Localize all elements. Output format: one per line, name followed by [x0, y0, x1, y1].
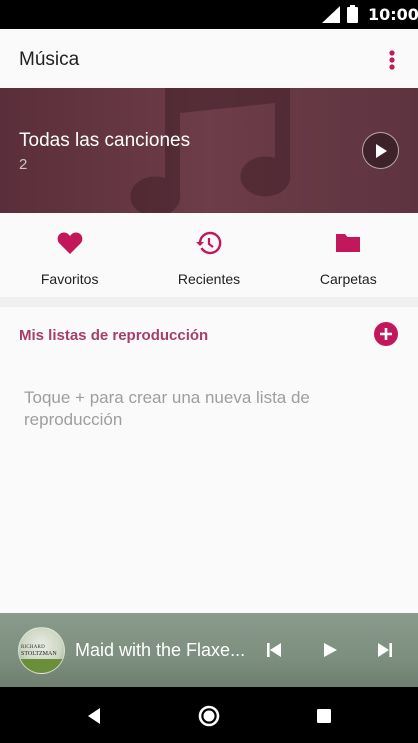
page-title: Música [19, 49, 80, 70]
play-all-button[interactable] [362, 132, 399, 169]
play-icon [324, 643, 337, 657]
quick-access-row: Favoritos Recientes Carpetas [0, 213, 418, 297]
album-cover: RICHARD STOLTZMAN [18, 627, 65, 674]
playlists-section: Mis listas de reproducción Toque + para … [0, 307, 418, 613]
empty-playlists-hint: Toque + para crear una nueva lista de re… [24, 388, 310, 429]
skip-previous-icon [267, 643, 281, 657]
folders-button[interactable]: Carpetas [279, 213, 418, 297]
section-divider [0, 297, 418, 307]
recents-apps-button[interactable] [311, 703, 337, 729]
back-button[interactable] [81, 703, 107, 729]
play-button[interactable] [317, 637, 343, 663]
system-nav-bar [0, 687, 418, 743]
history-icon [195, 231, 222, 260]
app-bar: Música [0, 29, 418, 88]
track-title: Maid with the Flaxe... [75, 640, 246, 660]
cover-text-line2: STOLTZMAN [21, 651, 57, 657]
add-playlist-button[interactable] [374, 322, 398, 346]
skip-next-icon [378, 643, 392, 657]
all-songs-card[interactable]: Todas las canciones 2 [0, 88, 418, 213]
favorites-label: Favoritos [40, 271, 99, 287]
overview-icon [317, 709, 331, 723]
play-icon [375, 143, 387, 158]
heart-icon [57, 231, 83, 260]
signal-icon [322, 6, 340, 28]
previous-button[interactable] [261, 637, 287, 663]
folders-label: Carpetas [319, 271, 377, 287]
all-songs-count: 2 [19, 156, 28, 173]
playlists-title: Mis listas de reproducción [19, 327, 209, 344]
home-button[interactable] [196, 703, 222, 729]
back-icon [88, 708, 100, 724]
more-options-icon[interactable] [378, 47, 406, 73]
cover-text-line1: RICHARD [21, 645, 45, 650]
next-button[interactable] [372, 637, 398, 663]
recents-label: Recientes [177, 271, 241, 287]
recents-button[interactable]: Recientes [139, 213, 278, 297]
status-bar: 10:00 [0, 0, 418, 29]
plus-icon [380, 328, 392, 340]
battery-icon [347, 5, 358, 28]
favorites-button[interactable]: Favoritos [0, 213, 139, 297]
all-songs-label: Todas las canciones [19, 130, 191, 151]
mini-player[interactable]: RICHARD STOLTZMAN Maid with the Flaxe... [0, 613, 418, 687]
folder-icon [335, 231, 361, 260]
clock: 10:00 [368, 5, 418, 24]
home-icon [198, 705, 220, 727]
